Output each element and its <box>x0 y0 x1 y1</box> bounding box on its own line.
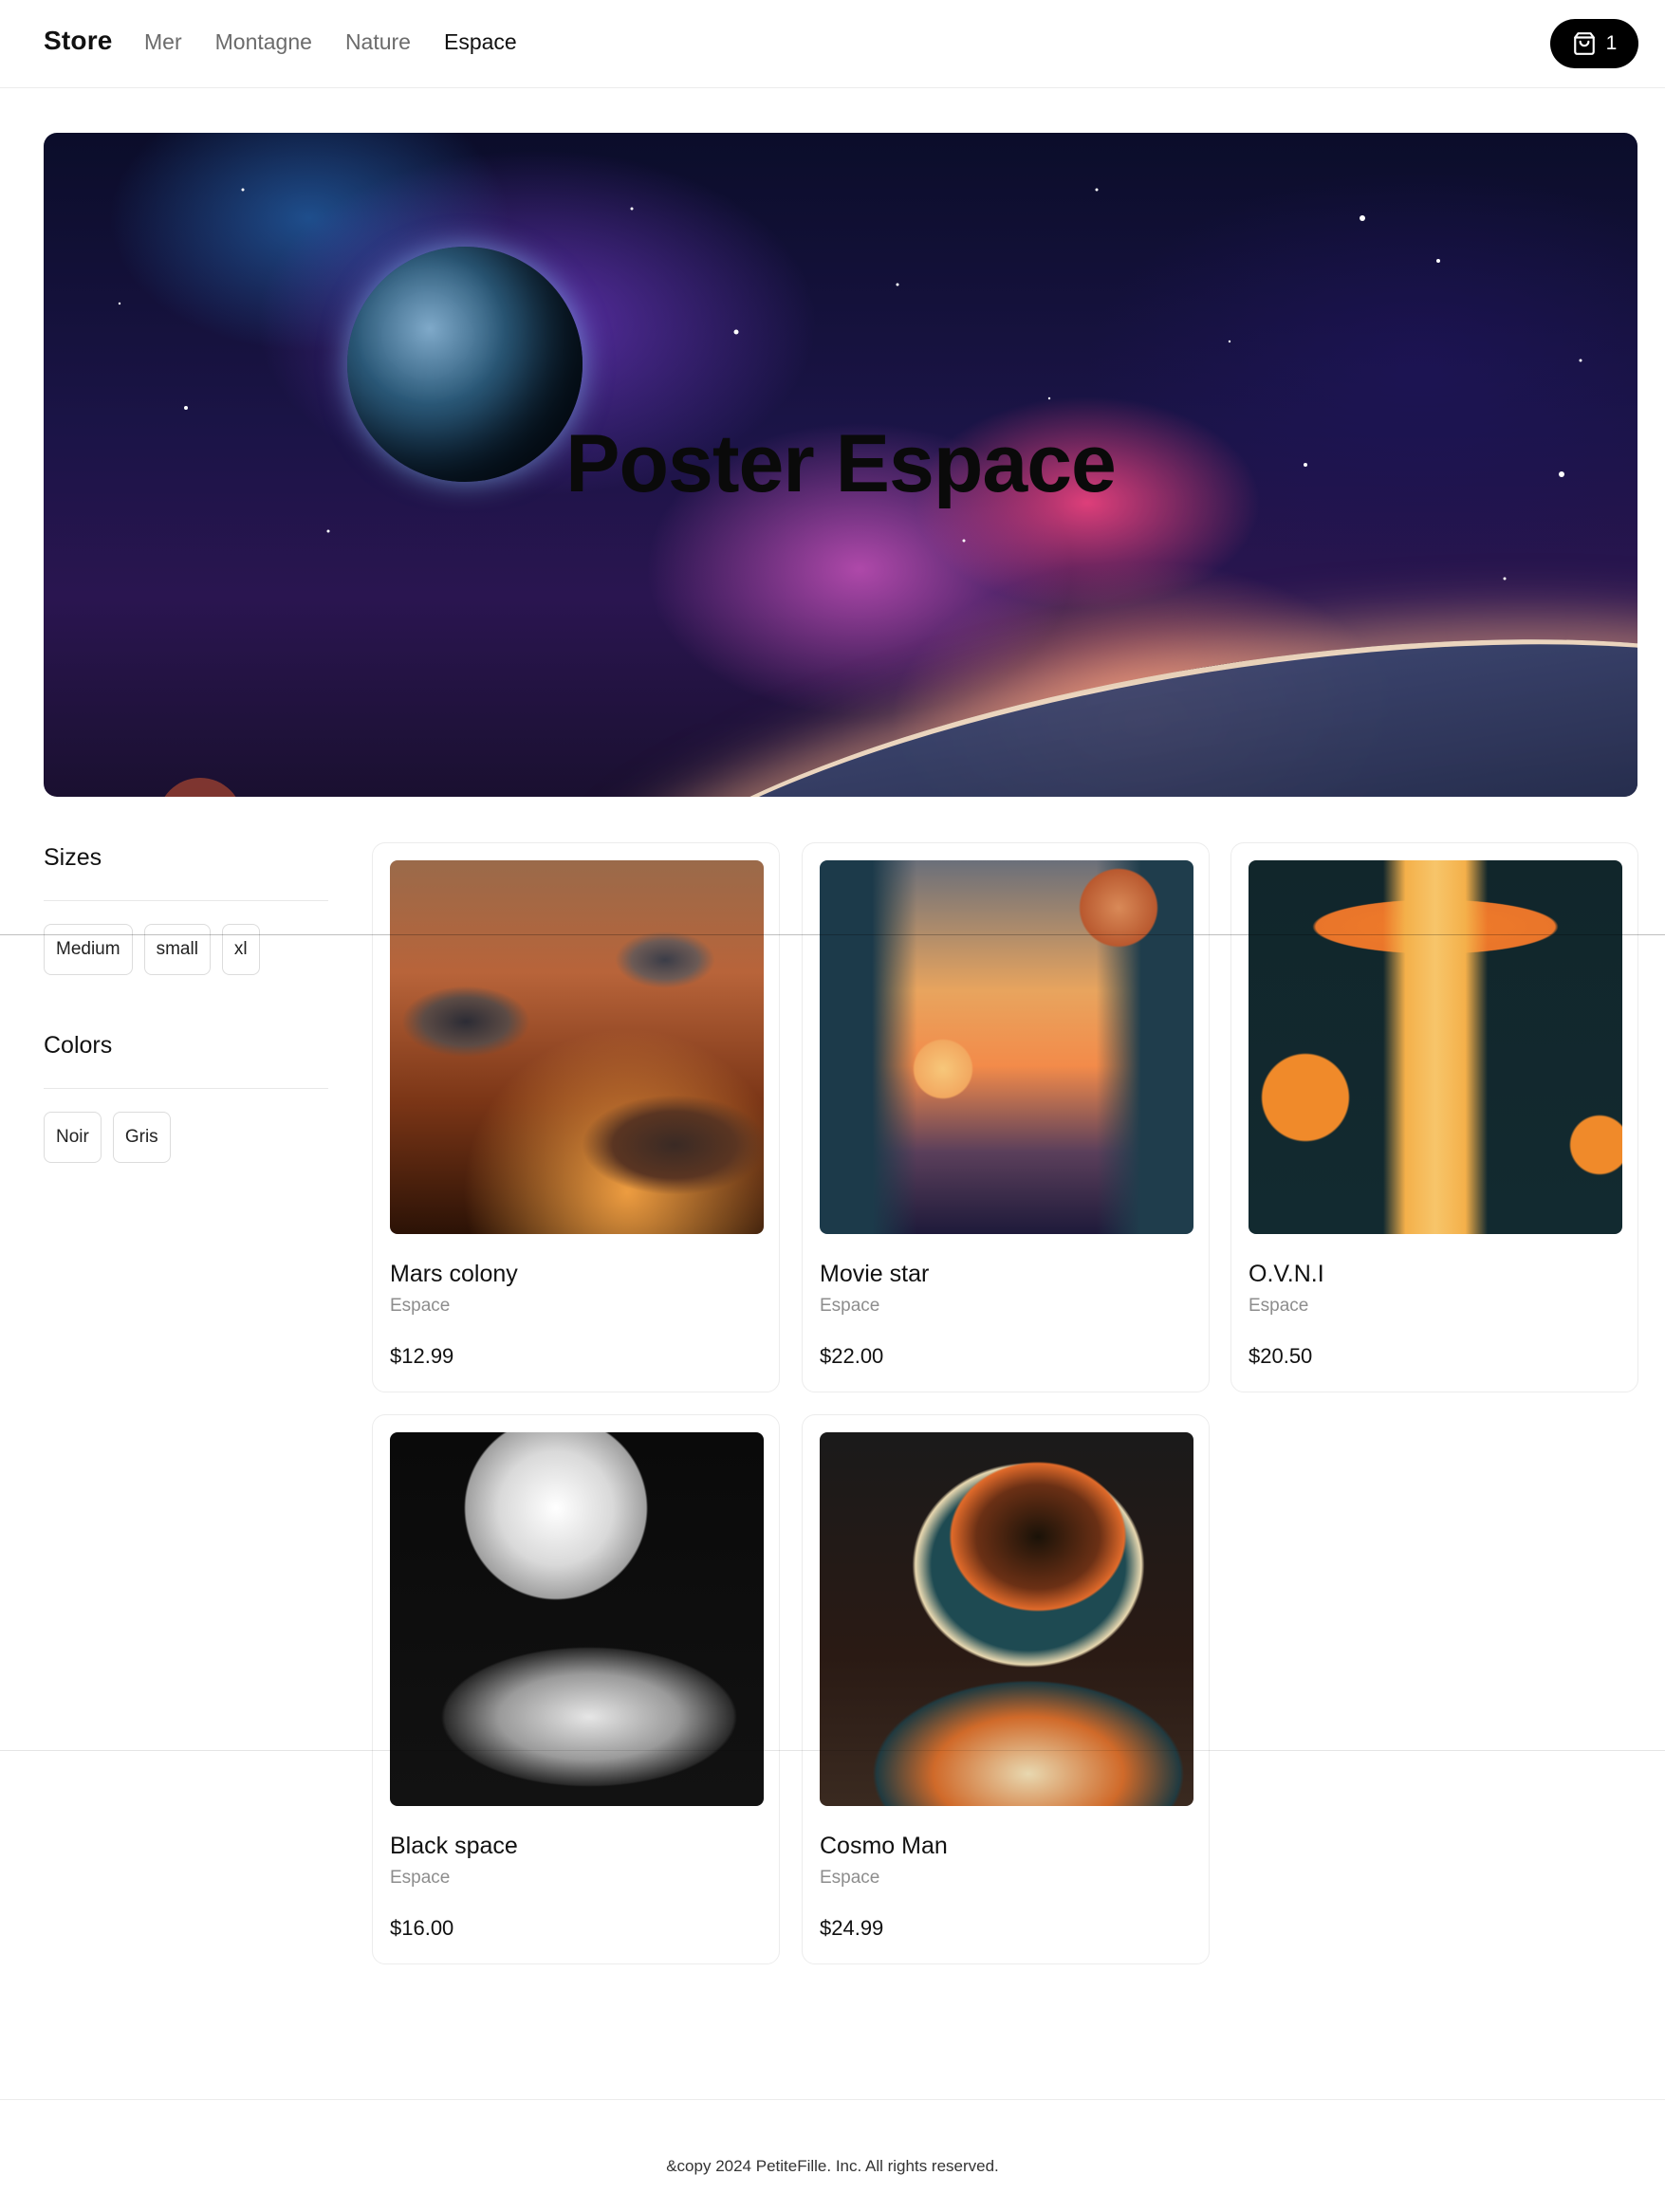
product-price: $22.00 <box>820 1344 884 1368</box>
nav-item-espace[interactable]: Espace <box>444 29 517 55</box>
product-card[interactable]: Mars colony Espace $12.99 <box>372 842 780 1392</box>
shopping-bag-icon <box>1573 32 1595 55</box>
colors-heading: Colors <box>44 1032 113 1059</box>
guide-line <box>0 934 1665 935</box>
main-nav: Mer Montagne Nature Espace <box>144 29 550 55</box>
color-chip-gris[interactable]: Gris <box>112 1112 171 1163</box>
product-card[interactable]: Movie star Espace $22.00 <box>802 842 1210 1392</box>
sizes-divider <box>44 900 328 901</box>
product-name[interactable]: O.V.N.I <box>1249 1261 1324 1288</box>
product-name[interactable]: Mars colony <box>390 1261 518 1288</box>
product-card[interactable]: Black space Espace $16.00 <box>372 1414 780 1964</box>
hero-banner: Poster Espace <box>44 133 1637 797</box>
colors-divider <box>44 1088 328 1089</box>
product-category: Espace <box>390 1868 451 1888</box>
color-options: Noir Gris <box>44 1112 328 1163</box>
product-card[interactable]: Cosmo Man Espace $24.99 <box>802 1414 1210 1964</box>
nav-item-mer[interactable]: Mer <box>144 29 182 55</box>
product-name[interactable]: Movie star <box>820 1261 929 1288</box>
product-card[interactable]: O.V.N.I Espace $20.50 <box>1230 842 1638 1392</box>
product-name[interactable]: Cosmo Man <box>820 1833 948 1860</box>
product-image-mars-colony[interactable] <box>390 860 764 1234</box>
product-price: $12.99 <box>390 1344 454 1368</box>
product-category: Espace <box>1249 1296 1309 1316</box>
nav-item-montagne[interactable]: Montagne <box>215 29 312 55</box>
sizes-heading: Sizes <box>44 844 102 871</box>
product-price: $16.00 <box>390 1916 454 1940</box>
footer-copyright: &copy 2024 PetiteFille. Inc. All rights … <box>666 2157 999 2175</box>
size-chip-small[interactable]: small <box>143 924 211 975</box>
color-chip-noir[interactable]: Noir <box>44 1112 102 1163</box>
filter-sidebar: Sizes Medium small xl Colors Noir Gris <box>44 844 328 1163</box>
nav-item-nature[interactable]: Nature <box>345 29 411 55</box>
guide-line <box>0 1750 1665 1751</box>
hero-title: Poster Espace <box>565 418 1117 509</box>
size-chip-xl[interactable]: xl <box>221 924 260 975</box>
product-image-ovni[interactable] <box>1249 860 1622 1234</box>
cart-count: 1 <box>1605 32 1618 54</box>
site-header: Store Mer Montagne Nature Espace 1 <box>0 0 1665 88</box>
product-price: $20.50 <box>1249 1344 1313 1368</box>
product-category: Espace <box>820 1868 880 1888</box>
product-name[interactable]: Black space <box>390 1833 518 1860</box>
product-image-movie-star[interactable] <box>820 860 1193 1234</box>
size-options: Medium small xl <box>44 924 328 975</box>
store-logo[interactable]: Store <box>44 26 113 56</box>
product-category: Espace <box>390 1296 451 1316</box>
product-price: $24.99 <box>820 1916 884 1940</box>
site-footer: &copy 2024 PetiteFille. Inc. All rights … <box>0 2099 1665 2212</box>
cart-button[interactable]: 1 <box>1550 19 1638 68</box>
size-chip-medium[interactable]: Medium <box>44 924 133 975</box>
product-category: Espace <box>820 1296 880 1316</box>
